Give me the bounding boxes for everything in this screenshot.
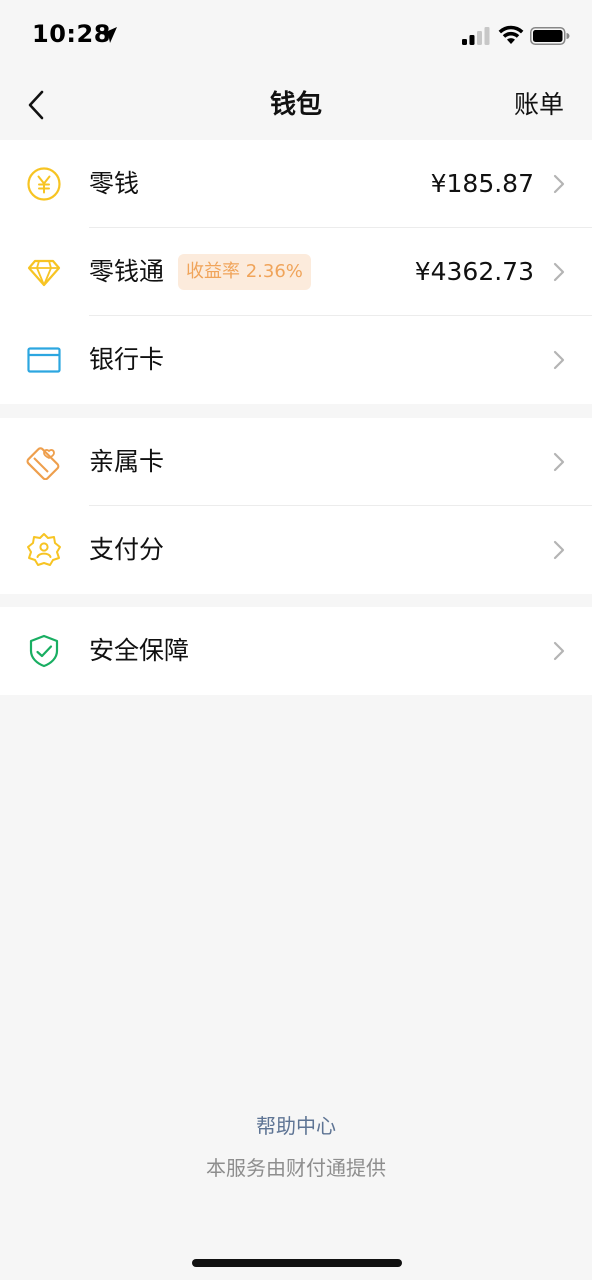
status-bar: 10:28: [0, 0, 592, 70]
nav-bar: 钱包 账单: [0, 70, 592, 140]
location-arrow-icon: [101, 27, 117, 43]
signal-icon: [462, 27, 490, 45]
wifi-icon: [498, 25, 524, 44]
row-label: 亲属卡: [89, 447, 165, 476]
row-label: 安全保障: [89, 636, 190, 665]
row-value: ¥4362.73: [414, 257, 534, 286]
yuan-coin-icon: [27, 167, 61, 201]
chevron-right-icon: [553, 262, 565, 282]
chevron-left-icon: [28, 90, 44, 120]
wallet-balance-section: 零钱 ¥185.87 零钱通 收益率 2.36% ¥4362.73 银行卡: [0, 140, 592, 404]
row-label: 支付分: [89, 535, 165, 564]
service-provider-text: 本服务由财付通提供: [206, 1156, 386, 1180]
row-pay-score[interactable]: 支付分: [0, 506, 592, 594]
chevron-right-icon: [553, 174, 565, 194]
bill-button[interactable]: 账单: [514, 70, 564, 140]
row-family-card[interactable]: 亲属卡: [0, 418, 592, 506]
row-security[interactable]: 安全保障: [0, 607, 592, 695]
page-title: 钱包: [269, 90, 322, 120]
security-section: 安全保障: [0, 607, 592, 695]
row-lingqiantong[interactable]: 零钱通 收益率 2.36% ¥4362.73: [0, 228, 592, 316]
bank-card-icon: [27, 347, 61, 373]
row-label: 零钱通: [89, 257, 165, 286]
row-label: 零钱: [89, 169, 140, 198]
row-value: ¥185.87: [430, 169, 534, 198]
row-bank-card[interactable]: 银行卡: [0, 316, 592, 404]
home-indicator[interactable]: [192, 1259, 402, 1267]
diamond-icon: [27, 259, 61, 287]
chevron-right-icon: [553, 540, 565, 560]
help-center-link[interactable]: 帮助中心: [0, 1110, 592, 1139]
family-pay-section: 亲属卡 支付分: [0, 418, 592, 594]
chevron-right-icon: [553, 350, 565, 370]
pay-score-icon: [27, 533, 61, 566]
yield-rate-badge: 收益率 2.36%: [178, 254, 311, 290]
security-shield-icon: [29, 634, 59, 668]
chevron-right-icon: [553, 452, 565, 472]
row-label: 银行卡: [89, 345, 165, 374]
family-card-icon: [26, 447, 60, 480]
row-change[interactable]: 零钱 ¥185.87: [0, 140, 592, 228]
chevron-right-icon: [553, 641, 565, 661]
back-button[interactable]: [16, 83, 56, 127]
battery-icon: [530, 27, 570, 45]
